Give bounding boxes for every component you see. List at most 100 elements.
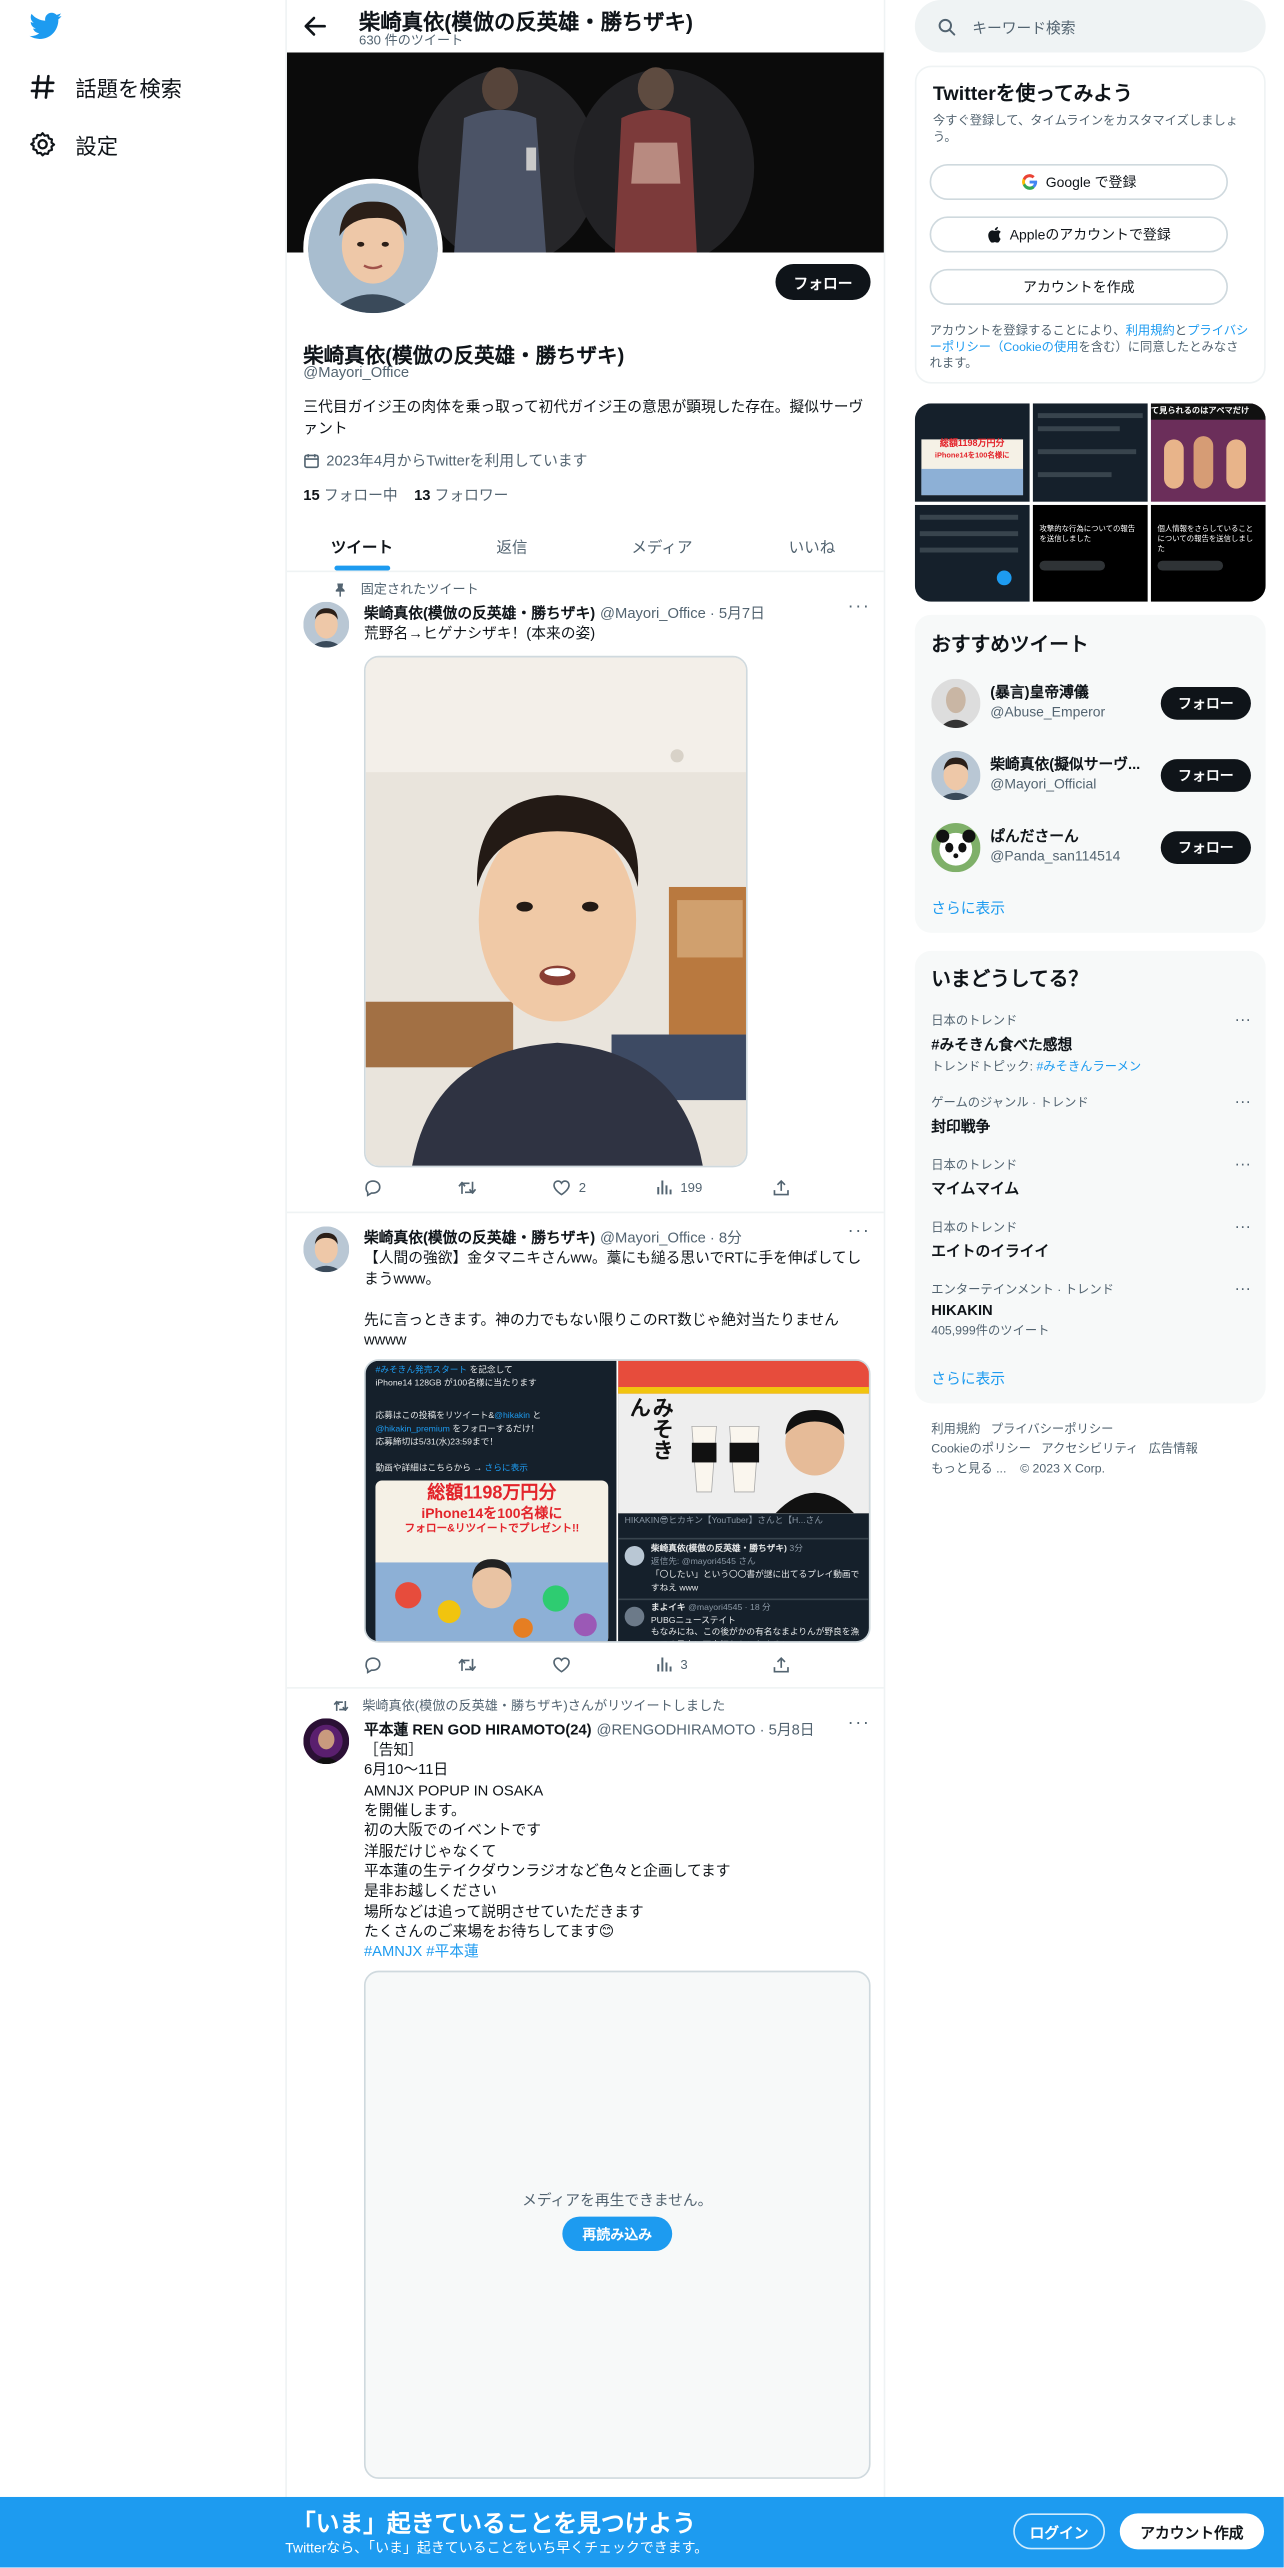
- tweet-photo[interactable]: みそきん HIKAKIN😎ヒカキン【YouTuber】さんと【H...さん 柴崎…: [618, 1360, 869, 1642]
- login-button[interactable]: ログイン: [1013, 2513, 1106, 2550]
- tweet-header: 平本蓮 REN GOD HIRAMOTO(24) @RENGODHIRAMOTO…: [364, 1718, 815, 1739]
- recommended-tweets-card: おすすめツイート (暴言)皇帝溥儀 @Abuse_Emperor フォロー 柴崎…: [914, 614, 1266, 933]
- trends-card: いまどうしてる？ 日本のトレンド #みそきん食べた感想 トレンドトピック: #み…: [914, 950, 1266, 1404]
- tweet-avatar[interactable]: [303, 1718, 350, 1765]
- apple-signup-button[interactable]: Appleのアカウントで登録: [929, 216, 1228, 253]
- tweet-avatar[interactable]: [303, 1226, 350, 1273]
- follow-button[interactable]: フォロー: [1160, 686, 1251, 720]
- retweet-indicator: 柴崎真依(模倣の反英雄・勝ちザキ)さんがリツイートしました: [333, 1697, 725, 1715]
- tweet-time[interactable]: 5月8日: [769, 1718, 815, 1739]
- media-thumb[interactable]: [914, 504, 1030, 602]
- footer-link[interactable]: アクセシビリティ: [1041, 1441, 1138, 1456]
- tab-tweets[interactable]: ツイート: [287, 521, 437, 571]
- tweet-author-handle: @Mayori_Office: [600, 1228, 706, 1246]
- tweet-photo[interactable]: [363, 655, 748, 1168]
- views-button[interactable]: 3: [656, 1656, 688, 1672]
- recommended-title: おすすめツイート: [931, 632, 1089, 656]
- recommended-account[interactable]: 柴崎真依(擬似サーヴ... @Mayori_Official フォロー: [931, 748, 1251, 804]
- media-thumb[interactable]: て見られるのはアベマだけ: [1150, 403, 1266, 501]
- media-thumb[interactable]: [1032, 403, 1148, 501]
- tweet-author-name[interactable]: 平本蓮 REN GOD HIRAMOTO(24): [364, 1718, 592, 1739]
- trend-topic-link[interactable]: #みそきんラーメン: [1036, 1059, 1141, 1074]
- tweet-card[interactable]: 固定されたツイート 柴崎真依(模倣の反英雄・勝ちザキ) @Mayori_Offi…: [286, 572, 884, 1214]
- twitter-logo-icon[interactable]: [29, 11, 63, 41]
- back-arrow-icon[interactable]: [300, 11, 330, 41]
- retweet-icon[interactable]: [457, 1656, 477, 1674]
- share-icon[interactable]: [772, 1179, 790, 1197]
- profile-stats: 15 フォロー中 13 フォロワー: [303, 484, 508, 505]
- media-thumb[interactable]: 総額1198万円分 iPhone14を100名様に: [914, 403, 1030, 501]
- footer-link[interactable]: 利用規約: [931, 1421, 980, 1436]
- more-options-icon[interactable]: ···: [1235, 1012, 1251, 1030]
- right-sidebar: キーワード検索 Twitterを使ってみよう 今すぐ登録して、タイムラインをカス…: [898, 0, 1283, 2567]
- more-options-icon[interactable]: ···: [1235, 1156, 1251, 1174]
- tweet-hashtags[interactable]: #AMNJX #平本蓮: [364, 1941, 876, 1961]
- nav-settings[interactable]: 設定: [30, 123, 118, 166]
- trend-item[interactable]: 日本のトレンド #みそきん食べた感想 トレンドトピック: #みそきんラーメン ·…: [931, 1012, 1251, 1076]
- avatar: [931, 678, 981, 728]
- footer-link[interactable]: 広告情報: [1149, 1441, 1198, 1456]
- footer-link[interactable]: Cookieのポリシー: [931, 1441, 1031, 1456]
- follow-button[interactable]: フォロー: [1160, 759, 1251, 792]
- gear-icon: [30, 131, 56, 157]
- terms-link[interactable]: 利用規約: [1126, 323, 1175, 338]
- trends-show-more[interactable]: さらに表示: [931, 1367, 1005, 1388]
- profile-avatar[interactable]: [303, 178, 443, 319]
- recommended-account[interactable]: ぱんださーん @Panda_san114514 フォロー: [931, 820, 1251, 876]
- create-account-button[interactable]: アカウントを作成: [929, 268, 1228, 305]
- profile-bio: 三代目ガイジ王の肉体を乗っ取って初代ガイジ王の意思が顕現した存在。擬似サーヴァン…: [303, 398, 864, 437]
- trend-item[interactable]: エンターテインメント · トレンド HIKAKIN 405,999件のツイート …: [931, 1280, 1251, 1339]
- tweet-card[interactable]: 柴崎真依(模倣の反英雄・勝ちザキ) @Mayori_Office · 8分 ··…: [286, 1213, 884, 1689]
- views-button[interactable]: 199: [656, 1179, 702, 1195]
- reload-button[interactable]: 再読み込み: [562, 2216, 673, 2252]
- heart-icon[interactable]: [553, 1656, 571, 1674]
- trend-item[interactable]: ゲームのジャンル · トレンド 封印戦争 ···: [931, 1094, 1251, 1137]
- bottom-signup-bar: 「いま」起きていることを見つけよう Twitterなら、「いま」起きていることを…: [0, 2496, 1284, 2568]
- tweet-photo[interactable]: #みそきん発売スタート を記念して iPhone14 128GB が100名様に…: [365, 1360, 617, 1642]
- footer-more-link[interactable]: もっと見る ...: [931, 1461, 1006, 1476]
- footer-link[interactable]: プライバシーポリシー: [991, 1421, 1114, 1436]
- profile-handle: @Mayori_Office: [303, 363, 410, 381]
- tweet-author-name[interactable]: 柴崎真依(模倣の反英雄・勝ちザキ): [364, 1226, 595, 1247]
- tweet-avatar[interactable]: [303, 601, 350, 648]
- recommended-show-more[interactable]: さらに表示: [931, 897, 1005, 918]
- chart-icon: [656, 1656, 672, 1672]
- following-link[interactable]: 15 フォロー中: [303, 487, 397, 503]
- nav-explore[interactable]: 話題を検索: [30, 66, 182, 109]
- tweet-author-name[interactable]: 柴崎真依(模倣の反英雄・勝ちザキ): [364, 602, 595, 623]
- search-input[interactable]: キーワード検索: [972, 16, 1075, 37]
- tweet-time[interactable]: 5月7日: [719, 602, 765, 623]
- trend-item[interactable]: 日本のトレンド マイムマイム ···: [931, 1156, 1251, 1199]
- like-button[interactable]: 2: [553, 1179, 586, 1197]
- follow-button[interactable]: フォロー: [1160, 831, 1251, 865]
- google-signup-button[interactable]: Google で登録: [929, 163, 1228, 201]
- recommended-account[interactable]: (暴言)皇帝溥儀 @Abuse_Emperor フォロー: [931, 675, 1251, 731]
- trend-item[interactable]: 日本のトレンド エイトのイライイ ···: [931, 1218, 1251, 1261]
- tab-replies[interactable]: 返信: [437, 521, 587, 570]
- follow-button[interactable]: フォロー: [775, 263, 871, 301]
- search-bar[interactable]: キーワード検索: [914, 0, 1266, 53]
- reply-icon[interactable]: [364, 1656, 382, 1674]
- signup-button[interactable]: アカウント作成: [1119, 2513, 1265, 2550]
- more-options-icon[interactable]: ···: [1235, 1218, 1251, 1236]
- heart-icon: [553, 1179, 571, 1197]
- retweet-icon[interactable]: [457, 1179, 477, 1197]
- more-options-icon[interactable]: ···: [1235, 1094, 1251, 1112]
- more-options-icon[interactable]: ···: [848, 1221, 871, 1241]
- tab-likes[interactable]: いいね: [737, 521, 884, 570]
- tab-media[interactable]: メディア: [587, 521, 737, 570]
- media-thumb[interactable]: 攻撃的な行為についての報告を送信しました: [1032, 504, 1148, 602]
- followers-link[interactable]: 13 フォロワー: [414, 487, 508, 503]
- signup-card: Twitterを使ってみよう 今すぐ登録して、タイムラインをカスタマイズしましょ…: [914, 65, 1266, 384]
- tweet-time[interactable]: 8分: [719, 1226, 742, 1247]
- more-options-icon[interactable]: ···: [848, 1713, 871, 1733]
- reply-icon[interactable]: [364, 1179, 382, 1197]
- joined-text: 2023年4月からTwitterを利用しています: [326, 452, 588, 469]
- tweet-card[interactable]: 柴崎真依(模倣の反英雄・勝ちザキ)さんがリツイートしました 平本蓮 REN GO…: [287, 1689, 884, 2568]
- copyright: © 2023 X Corp.: [1020, 1460, 1106, 1476]
- more-options-icon[interactable]: ···: [1235, 1280, 1251, 1298]
- share-icon[interactable]: [772, 1656, 790, 1674]
- media-thumb[interactable]: 個人情報をさらしていることについての報告を送信しました: [1150, 504, 1266, 602]
- more-options-icon[interactable]: ···: [848, 597, 871, 617]
- tweet-header: 柴崎真依(模倣の反英雄・勝ちザキ) @Mayori_Office · 5月7日: [364, 602, 765, 623]
